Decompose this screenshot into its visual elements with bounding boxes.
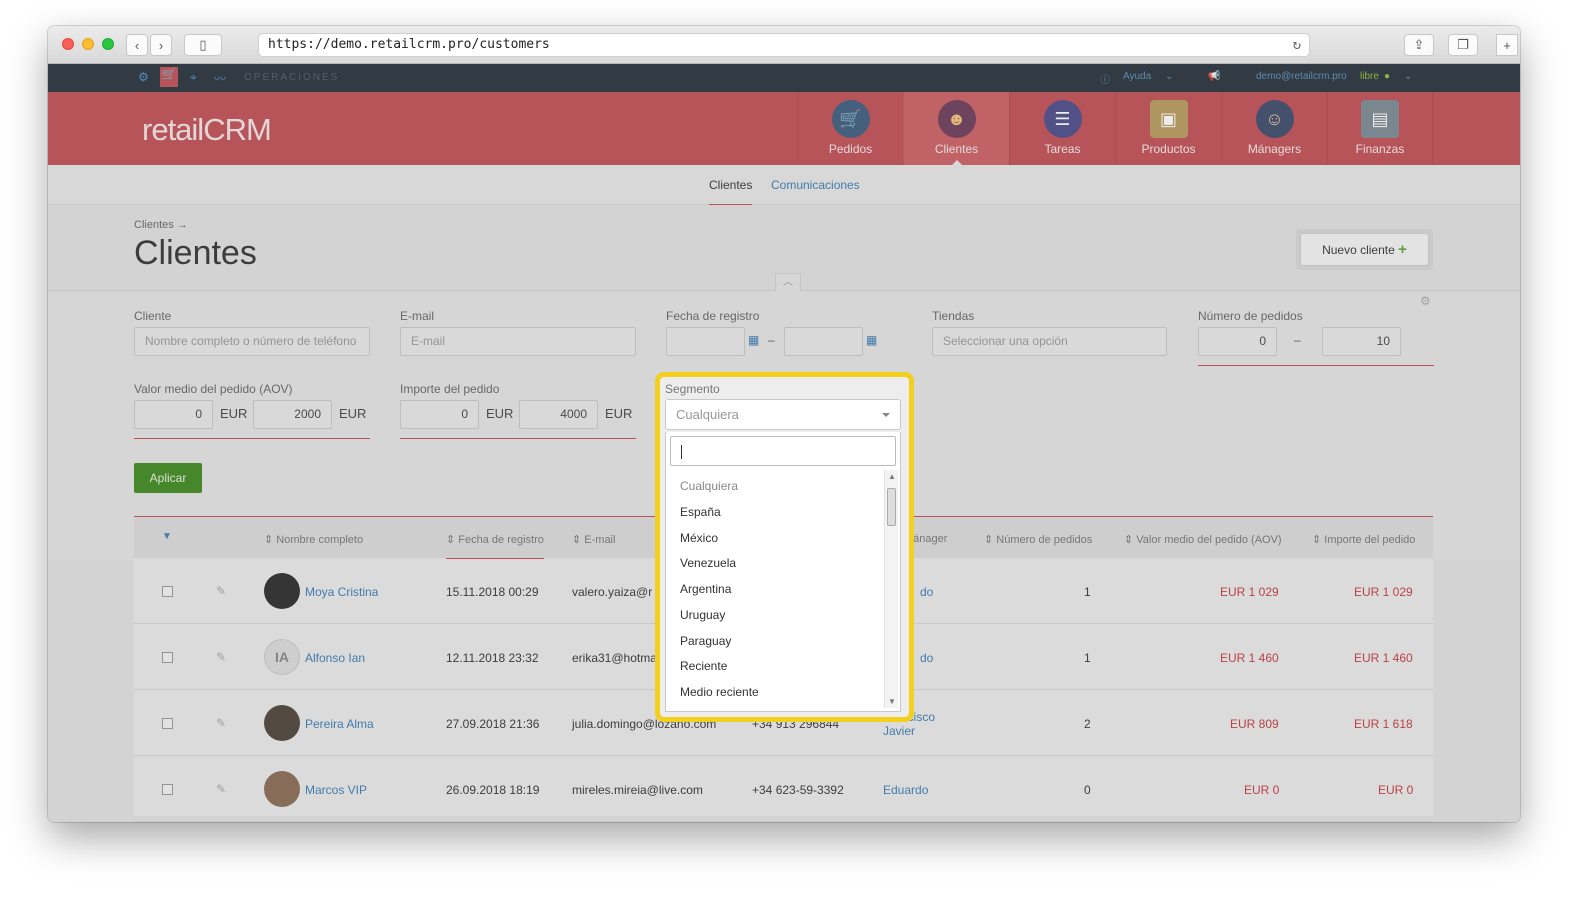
scroll-down-icon[interactable]: ▼	[888, 697, 896, 706]
close-window-button[interactable]	[62, 38, 74, 50]
new-tab-button[interactable]: +	[1496, 34, 1518, 56]
share-icon: ⇪	[1413, 37, 1425, 52]
chevron-left-icon: ‹	[134, 37, 140, 53]
url-text: https://demo.retailcrm.pro/customers	[268, 37, 550, 52]
reload-icon[interactable]: ↻	[1293, 34, 1301, 56]
segmento-search-input[interactable]	[670, 436, 896, 466]
sidebar-icon: ▯	[199, 37, 207, 52]
dropdown-scrollbar[interactable]: ▲ ▼	[884, 470, 898, 708]
back-button[interactable]: ‹	[126, 34, 148, 56]
segment-option[interactable]: Uruguay	[680, 608, 725, 622]
segment-option[interactable]: México	[680, 531, 718, 545]
plus-icon: +	[1503, 37, 1511, 53]
segmento-select[interactable]: Cualquiera	[665, 399, 901, 430]
browser-window: ‹ › ▯ https://demo.retailcrm.pro/custome…	[48, 26, 1520, 822]
browser-titlebar: ‹ › ▯ https://demo.retailcrm.pro/custome…	[48, 26, 1520, 64]
tabs-overview-button[interactable]: ❐	[1448, 34, 1478, 56]
chevron-right-icon: ›	[158, 37, 164, 53]
segmento-selected-value: Cualquiera	[676, 407, 739, 422]
caret-down-icon	[882, 413, 890, 421]
forward-button[interactable]: ›	[150, 34, 172, 56]
segment-option[interactable]: Venezuela	[680, 556, 736, 570]
address-bar[interactable]: https://demo.retailcrm.pro/customers ↻	[258, 33, 1310, 57]
segment-option[interactable]: Cualquiera	[680, 479, 738, 493]
segment-option[interactable]: España	[680, 505, 721, 519]
scroll-up-icon[interactable]: ▲	[888, 472, 896, 481]
segment-option[interactable]: Paraguay	[680, 634, 731, 648]
share-button[interactable]: ⇪	[1404, 34, 1434, 56]
segmento-dropdown: Cualquiera España México Venezuela Argen…	[665, 432, 901, 712]
maximize-window-button[interactable]	[102, 38, 114, 50]
minimize-window-button[interactable]	[82, 38, 94, 50]
segment-option[interactable]: Reciente	[680, 659, 727, 673]
sidebar-toggle-button[interactable]: ▯	[184, 34, 222, 56]
tabs-icon: ❐	[1457, 37, 1469, 52]
segment-option[interactable]: Medio reciente	[680, 685, 759, 699]
segmento-label: Segmento	[665, 382, 720, 396]
segment-option[interactable]: Argentina	[680, 582, 731, 596]
scrollbar-thumb[interactable]	[887, 488, 896, 526]
page: ⚙ 🛒 ⌖ 〰 OPERACIONES ⓘ Ayuda ⌄ 📢 demo@ret…	[48, 64, 1520, 822]
